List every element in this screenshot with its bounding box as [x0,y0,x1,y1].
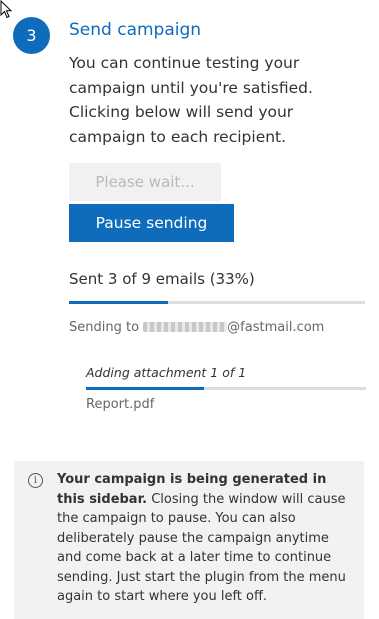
progress-status-text: Sent 3 of 9 emails (33%) [69,270,255,288]
redacted-email-user [143,322,228,332]
pause-sending-button[interactable]: Pause sending [69,204,234,242]
info-icon: i [28,473,43,488]
step-description: You can continue testing your campaign u… [69,54,313,146]
mouse-pointer-icon [0,0,13,19]
attachment-progress-bar [86,387,366,390]
sending-to-line: Sending to @fastmail.com [69,320,324,335]
sending-to-label: Sending to [69,320,144,335]
email-domain: @fastmail.com [227,320,325,335]
info-notice: i Your campaign is being generated in th… [14,461,364,619]
attachment-filename: Report.pdf [86,397,155,412]
info-notice-body: Closing the window will cause the campai… [57,491,346,605]
please-wait-button[interactable]: Please wait... [69,163,221,201]
info-notice-text: Your campaign is being generated in this… [57,470,347,607]
attachment-progress-section: Adding attachment 1 of 1 Report.pdf [86,365,366,415]
email-progress-bar [69,301,365,304]
email-progress-fill [69,301,168,304]
step-number-badge: 3 [13,17,50,54]
step-title: Send campaign [69,20,202,40]
attachment-status-text: Adding attachment 1 of 1 [86,365,247,380]
attachment-progress-fill [86,387,204,390]
